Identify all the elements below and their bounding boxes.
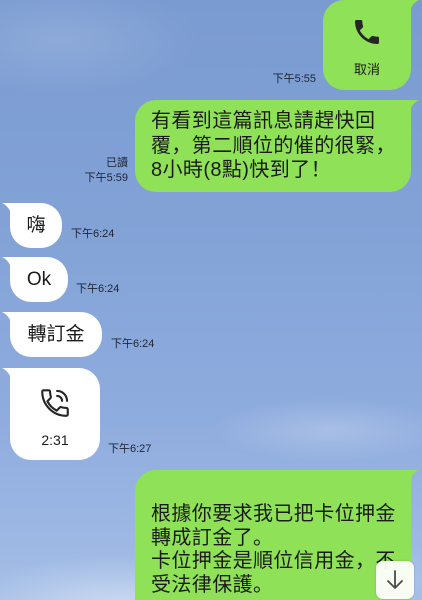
message-text-line: 嗨 <box>26 215 46 236</box>
scroll-to-bottom-button[interactable] <box>376 561 414 599</box>
message-time: 下午6:24 <box>71 228 115 240</box>
incoming-message-bubble[interactable]: 轉訂金 <box>10 312 102 357</box>
incoming-call-bubble[interactable]: 2:31 <box>10 368 100 460</box>
message-time: 下午6:27 <box>108 443 152 455</box>
outgoing-call-bubble[interactable]: 取消 <box>323 0 411 90</box>
message-text-line: 卡位押金是順位信用金，不 <box>151 550 396 572</box>
message-text-line: 根據你要求我已把卡位押金 <box>151 503 396 525</box>
incoming-message-bubble[interactable]: 嗨 <box>10 203 62 248</box>
call-status-label: 取消 <box>353 62 380 77</box>
incoming-message-bubble[interactable]: Ok <box>10 257 68 302</box>
phone-in-talk-icon <box>41 389 69 417</box>
message-text-line: 覆，第二順位的催的很緊， <box>151 134 396 157</box>
phone-icon <box>355 20 379 44</box>
message-text-line: Ok <box>26 269 52 290</box>
message-text-line: 有看到這篇訊息請趕快回 <box>151 110 376 132</box>
outgoing-message-bubble[interactable]: 有看到這篇訊息請趕快回 覆，第二順位的催的很緊， 8小時(8點)快到了！ <box>135 100 411 192</box>
message-time: 下午5:55 <box>272 73 316 85</box>
message-text-line: 8小時(8點)快到了！ <box>151 159 331 181</box>
chat-screen: 取消 下午5:55 有看到這篇訊息請趕快回 覆，第二順位的催的很緊， 8小時(8… <box>0 0 422 600</box>
message-time: 下午6:24 <box>76 283 120 295</box>
message-time: 下午5:59 <box>84 172 128 184</box>
message-time: 下午6:24 <box>111 338 155 350</box>
message-text-line: 轉成訂金了。 <box>151 526 274 549</box>
read-receipt: 已讀 <box>106 157 128 169</box>
call-duration: 2:31 <box>41 432 69 448</box>
outgoing-message-bubble[interactable]: 根據你要求我已把卡位押金 轉成訂金了。 卡位押金是順位信用金，不 受法律保護。 <box>135 470 411 600</box>
message-text-line: 受法律保護。 <box>151 573 274 596</box>
message-text-line: 轉訂金 <box>27 324 85 345</box>
arrow-down-icon <box>387 570 403 589</box>
